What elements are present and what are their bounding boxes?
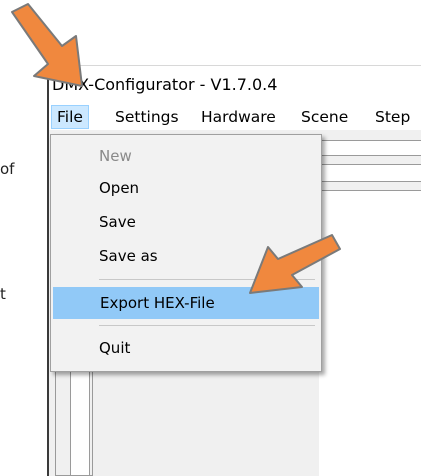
background-text-fragment: t (0, 285, 6, 303)
menu-item-open[interactable]: Open (53, 173, 319, 203)
menu-bar: File Settings Hardware Scene Step (49, 104, 421, 130)
menu-scene[interactable]: Scene (297, 105, 352, 129)
right-panel-field[interactable] (319, 164, 421, 182)
menu-file[interactable]: File (51, 105, 89, 129)
menu-hardware[interactable]: Hardware (197, 105, 280, 129)
menu-step[interactable]: Step (371, 105, 414, 129)
arrow-pointer-icon (249, 234, 341, 294)
right-panel-strip (319, 140, 421, 156)
title-bar[interactable]: DMX-Configurator - V1.7.0.4 (49, 66, 421, 104)
menu-separator (99, 325, 315, 326)
background-text-fragment: of (0, 160, 15, 178)
menu-item-quit[interactable]: Quit (53, 333, 319, 363)
arrow-pointer-icon (11, 3, 83, 87)
menu-settings[interactable]: Settings (111, 105, 183, 129)
menu-item-new[interactable]: New (53, 141, 319, 171)
